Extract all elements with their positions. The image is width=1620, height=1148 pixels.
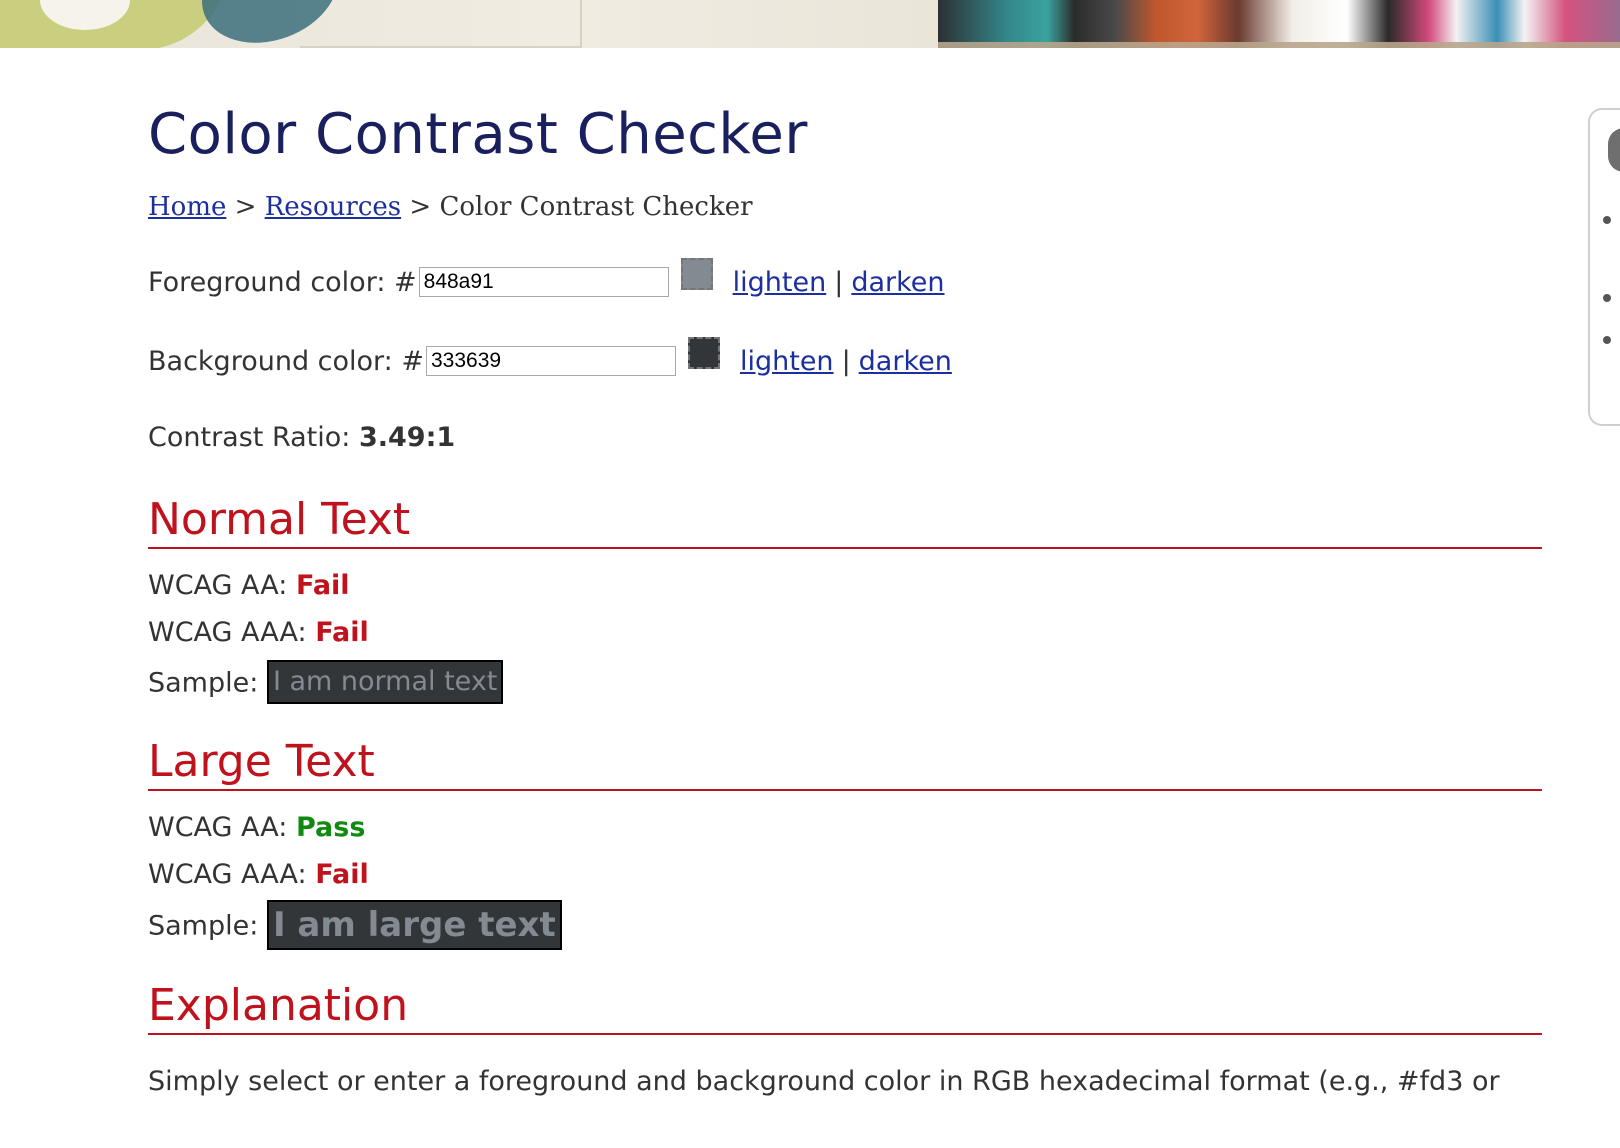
page-title: Color Contrast Checker bbox=[148, 102, 808, 167]
background-darken-link[interactable]: darken bbox=[859, 346, 952, 377]
foreground-darken-link[interactable]: darken bbox=[851, 267, 944, 298]
normal-wcag-aaa-result: WCAG AAA: Fail bbox=[148, 617, 369, 648]
sample-label: Sample: bbox=[148, 667, 259, 699]
breadcrumb-resources-link[interactable]: Resources bbox=[265, 192, 401, 222]
normal-aaa-status: Fail bbox=[315, 617, 369, 648]
large-text-heading: Large Text bbox=[148, 736, 1542, 791]
large-aaa-status: Fail bbox=[315, 859, 369, 890]
link-separator: | bbox=[841, 345, 851, 377]
foreground-lighten-link[interactable]: lighten bbox=[733, 267, 827, 298]
breadcrumb-separator: > bbox=[409, 192, 432, 222]
wcag-aaa-label: WCAG AAA: bbox=[148, 617, 307, 648]
explanation-body: Simply select or enter a foreground and … bbox=[148, 1066, 1500, 1097]
background-color-row: Background color: # lighten| darken bbox=[148, 337, 952, 377]
breadcrumb-current: Color Contrast Checker bbox=[439, 192, 753, 222]
background-color-swatch[interactable] bbox=[687, 337, 720, 369]
large-aa-status: Pass bbox=[295, 812, 366, 843]
normal-sample-row: Sample: I am normal text bbox=[148, 660, 504, 706]
link-separator: | bbox=[834, 266, 844, 298]
normal-text-heading: Normal Text bbox=[148, 494, 1542, 549]
widget-bullet-icon bbox=[1603, 336, 1611, 344]
large-wcag-aaa-result: WCAG AAA: Fail bbox=[148, 859, 369, 890]
breadcrumb: Home > Resources > Color Contrast Checke… bbox=[148, 192, 753, 222]
background-color-label: Background color: # bbox=[148, 345, 424, 377]
wcag-aaa-label: WCAG AAA: bbox=[148, 859, 307, 890]
breadcrumb-home-link[interactable]: Home bbox=[148, 192, 226, 222]
explanation-heading: Explanation bbox=[148, 980, 1542, 1035]
normal-aa-status: Fail bbox=[295, 570, 350, 601]
banner-decoration bbox=[938, 42, 1620, 48]
contrast-ratio-row: Contrast Ratio: 3.49:1 bbox=[148, 422, 455, 453]
widget-bullet-icon bbox=[1603, 294, 1611, 302]
banner-decoration bbox=[300, 0, 582, 48]
foreground-color-row: Foreground color: # lighten|darken bbox=[148, 258, 945, 298]
normal-text-sample: I am normal text bbox=[266, 660, 504, 704]
background-lighten-link[interactable]: lighten bbox=[740, 346, 834, 377]
foreground-color-label: Foreground color: # bbox=[148, 266, 417, 298]
wcag-aa-label: WCAG AA: bbox=[148, 570, 288, 601]
background-adjust-links: lighten | darken bbox=[740, 346, 952, 377]
foreground-color-swatch[interactable] bbox=[680, 258, 713, 290]
banner-photo bbox=[938, 0, 1620, 48]
header-banner-image bbox=[0, 0, 1620, 48]
wcag-aa-label: WCAG AA: bbox=[148, 812, 288, 843]
foreground-adjust-links: lighten | darken bbox=[733, 267, 945, 298]
background-color-input[interactable] bbox=[425, 346, 676, 376]
widget-icon[interactable] bbox=[1608, 128, 1620, 172]
widget-bullet-icon bbox=[1603, 216, 1611, 224]
sample-label: Sample: bbox=[148, 910, 259, 942]
foreground-color-input[interactable] bbox=[418, 267, 669, 297]
large-wcag-aa-result: WCAG AA: Pass bbox=[148, 812, 365, 843]
large-sample-row: Sample: I am large text bbox=[148, 900, 562, 952]
large-text-sample: I am large text bbox=[266, 900, 562, 950]
contrast-ratio-value: 3.49:1 bbox=[358, 422, 456, 453]
breadcrumb-separator: > bbox=[234, 192, 257, 222]
side-navigation-widget[interactable] bbox=[1588, 108, 1620, 426]
contrast-ratio-label: Contrast Ratio: bbox=[148, 422, 351, 453]
normal-wcag-aa-result: WCAG AA: Fail bbox=[148, 570, 350, 601]
